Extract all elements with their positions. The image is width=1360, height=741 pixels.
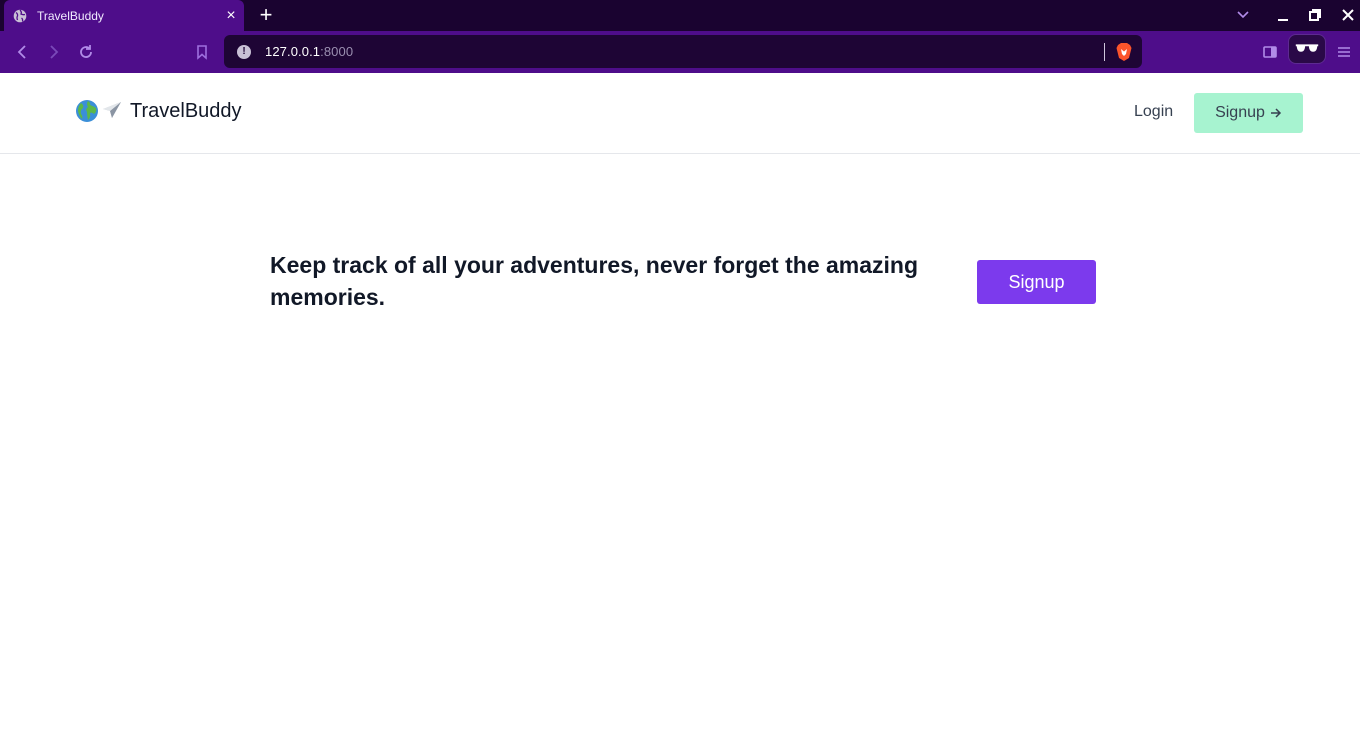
back-arrow-icon[interactable] [12,42,32,62]
tab-search-chevron-icon[interactable] [1234,7,1252,23]
login-link[interactable]: Login [1134,103,1173,121]
url-text: 127.0.0.1:8000 [265,44,353,59]
sunglasses-icon [1295,44,1319,52]
url-host: 127.0.0.1 [265,44,321,59]
browser-tab-active[interactable]: TravelBuddy × [4,0,244,31]
header-signup-button[interactable]: Signup [1194,93,1303,133]
browser-tab-strip: TravelBuddy × + [0,0,1360,31]
menu-icon[interactable] [1336,44,1352,60]
tab-title: TravelBuddy [37,8,104,23]
restore-icon[interactable] [1307,7,1323,23]
browser-toolbar: ! 127.0.0.1:8000 [0,31,1360,73]
address-bar-divider [1104,43,1105,61]
reload-icon[interactable] [76,42,96,62]
forward-arrow-icon[interactable] [44,42,64,62]
brave-shields-icon[interactable] [1115,42,1133,62]
tab-close-icon[interactable]: × [221,7,241,24]
web-page: TravelBuddy Login Signup Keep track of a… [0,73,1360,741]
hero-headline: Keep track of all your adventures, never… [270,252,919,310]
brand-name: TravelBuddy [130,99,242,122]
close-window-icon[interactable] [1340,7,1356,23]
site-header: TravelBuddy Login Signup [0,73,1360,154]
airplane-icon [103,102,121,118]
brand-logo-link[interactable]: TravelBuddy [75,99,242,123]
header-signup-label: Signup [1215,104,1265,121]
site-info-icon[interactable]: ! [237,45,251,59]
sidebar-toggle-icon[interactable] [1262,44,1278,60]
globe-favicon-icon [13,9,27,22]
address-bar[interactable]: ! 127.0.0.1:8000 [224,35,1142,68]
arrow-right-icon [1270,108,1281,118]
new-tab-button[interactable]: + [256,4,276,26]
private-window-badge[interactable] [1288,34,1326,64]
minimize-icon[interactable] [1275,7,1291,23]
url-port: :8000 [320,44,354,59]
globe-icon [76,100,98,122]
bookmark-icon[interactable] [192,42,212,62]
hero-signup-button[interactable]: Signup [977,260,1096,304]
